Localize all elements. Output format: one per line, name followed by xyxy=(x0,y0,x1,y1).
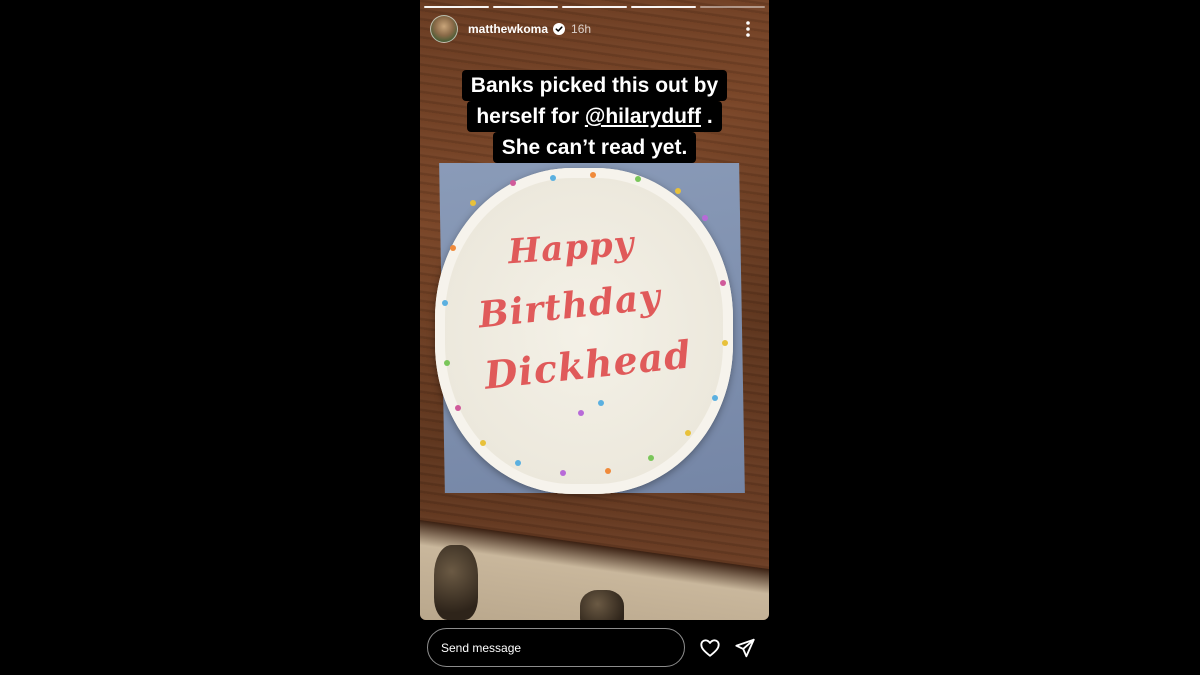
mention-link[interactable]: @hilaryduff xyxy=(585,105,701,128)
post-time: 16h xyxy=(571,22,592,36)
sprinkle xyxy=(455,405,461,411)
caption-line-1: Banks picked this out by xyxy=(461,70,728,101)
progress-segment xyxy=(631,6,696,8)
sprinkle xyxy=(605,468,611,474)
progress-segment xyxy=(562,6,627,8)
avatar[interactable] xyxy=(430,15,458,43)
sprinkle xyxy=(598,400,604,406)
sprinkle xyxy=(635,176,641,182)
send-message-input[interactable] xyxy=(427,628,685,667)
sprinkle xyxy=(480,440,486,446)
sprinkle xyxy=(550,175,556,181)
sprinkle xyxy=(470,200,476,206)
sprinkle xyxy=(450,245,456,251)
caption-line-2-suffix: . xyxy=(701,105,713,128)
sprinkle xyxy=(675,188,681,194)
shoe xyxy=(580,590,624,620)
story-footer xyxy=(427,627,767,668)
username[interactable]: matthewkoma xyxy=(468,22,548,36)
sprinkle xyxy=(515,460,521,466)
sprinkle xyxy=(648,455,654,461)
verified-badge-icon xyxy=(553,23,566,35)
shoe xyxy=(434,545,478,620)
caption-line-2: herself for @hilaryduff . xyxy=(467,101,722,132)
heart-icon[interactable] xyxy=(699,637,721,659)
story-viewer: Happy Birthday Dickhead matthewkoma 16h … xyxy=(0,0,1200,675)
more-vertical-icon[interactable] xyxy=(746,21,750,37)
progress-segment xyxy=(493,6,558,8)
progress-segment xyxy=(424,6,489,8)
sprinkle xyxy=(578,410,584,416)
sprinkle xyxy=(442,300,448,306)
sprinkle xyxy=(444,360,450,366)
send-icon[interactable] xyxy=(734,637,756,659)
caption-line-3: She can’t read yet. xyxy=(492,132,697,163)
sprinkle xyxy=(685,430,691,436)
sprinkle xyxy=(712,395,718,401)
sprinkle xyxy=(590,172,596,178)
caption-line-2-prefix: herself for xyxy=(476,105,585,128)
story-progress-bar xyxy=(424,6,765,8)
sprinkle xyxy=(560,470,566,476)
story-caption: Banks picked this out by herself for @hi… xyxy=(420,70,769,163)
sprinkle xyxy=(510,180,516,186)
sprinkle xyxy=(720,280,726,286)
progress-segment xyxy=(700,6,765,8)
sprinkle xyxy=(702,215,708,221)
story-header: matthewkoma 16h xyxy=(430,14,760,44)
sprinkle xyxy=(722,340,728,346)
